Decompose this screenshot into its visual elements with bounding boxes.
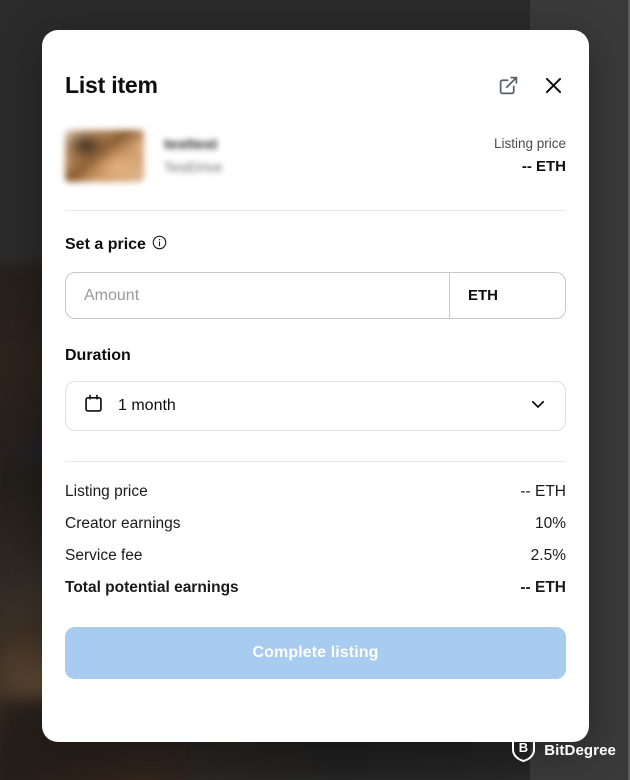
svg-text:B: B [519,740,528,755]
duration-select[interactable]: 1 month [65,381,566,431]
table-row-total: Total potential earnings -- ETH [65,572,566,604]
table-row: Creator earnings 10% [65,508,566,540]
table-row: Listing price -- ETH [65,476,566,508]
table-row: Service fee 2.5% [65,540,566,572]
summary-value: 2.5% [530,547,566,564]
item-meta: testtest TestDrive [164,135,494,177]
duration-label: Duration [65,347,131,364]
item-name: testtest [164,136,218,153]
item-listing-price-value: -- ETH [521,158,566,175]
summary-key: Creator earnings [65,515,181,532]
page-title: List item [65,71,158,98]
price-field: ETH [65,272,566,319]
modal-header: List item [65,30,566,122]
watermark-text: BitDegree [544,742,616,759]
item-summary-row: testtest TestDrive Listing price -- ETH [65,122,566,210]
modal-header-actions [495,72,566,98]
set-price-label: Set a price [65,235,566,255]
price-currency-suffix: ETH [449,273,565,318]
price-input[interactable] [66,273,449,318]
item-listing-price: Listing price -- ETH [494,134,566,178]
summary-key: Listing price [65,483,148,500]
set-price-section: Set a price ETH [65,211,566,319]
earnings-summary: Listing price -- ETH Creator earnings 10… [65,462,566,604]
duration-section: Duration 1 month [65,319,566,431]
summary-value: -- ETH [520,483,566,500]
summary-key: Service fee [65,547,143,564]
list-item-modal: List item testtest TestDrive Listing pri… [42,30,589,742]
bitdegree-shield-logo-icon: B [511,733,536,767]
screen: List item testtest TestDrive Listing pri… [0,0,630,780]
duration-selected-value: 1 month [118,397,176,414]
item-collection: TestDrive [164,159,223,175]
calendar-icon [83,393,104,419]
close-icon[interactable] [540,72,566,98]
watermark: B BitDegree [511,733,616,767]
summary-total-key: Total potential earnings [65,579,239,596]
summary-total-value: -- ETH [520,579,566,596]
external-link-icon[interactable] [495,72,521,98]
item-listing-price-label: Listing price [493,136,566,151]
info-icon[interactable] [152,235,167,255]
set-price-label-text: Set a price [65,236,146,253]
summary-value: 10% [534,515,566,532]
item-thumbnail [65,130,144,182]
chevron-down-icon [529,395,547,418]
complete-listing-button[interactable]: Complete listing [65,627,566,679]
